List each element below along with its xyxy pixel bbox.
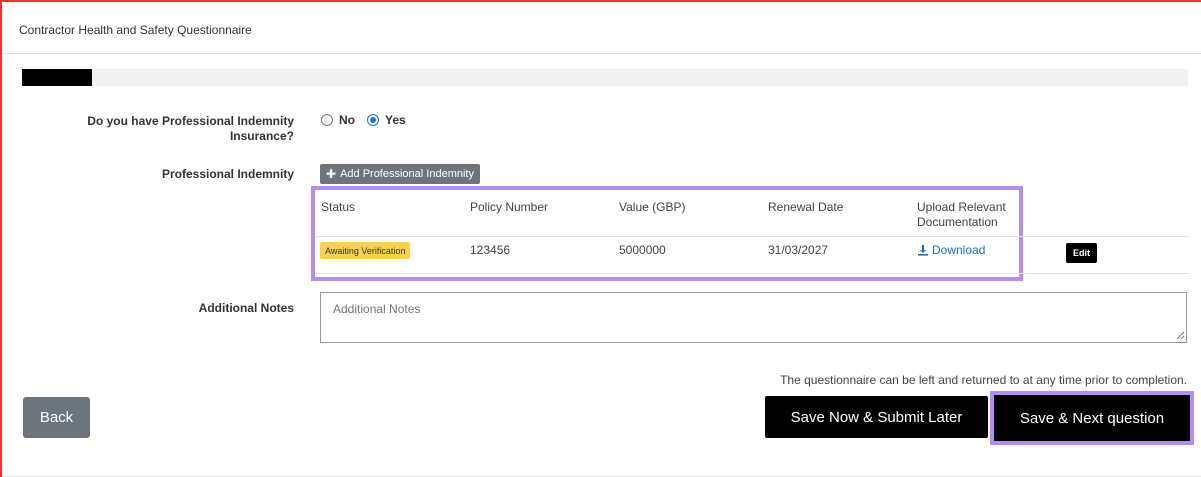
renewal-date-cell: 31/03/2027 — [768, 243, 829, 257]
table-bottom-divider — [316, 273, 1189, 274]
status-badge: Awaiting Verification — [320, 242, 411, 259]
progress-bar — [22, 69, 1188, 86]
download-link[interactable]: Download — [917, 243, 985, 257]
radio-yes-label: Yes — [385, 113, 406, 127]
value-cell: 5000000 — [619, 243, 666, 257]
radio-option-yes[interactable]: Yes — [367, 113, 406, 127]
question-label: Do you have Professional Indemnity Insur… — [87, 114, 294, 143]
save-now-submit-later-button[interactable]: Save Now & Submit Later — [765, 396, 988, 438]
plus-icon: ✚ — [326, 167, 337, 181]
additional-notes-field[interactable] — [320, 292, 1187, 343]
save-next-question-button[interactable]: Save & Next question — [994, 395, 1190, 441]
column-header-upload: Upload Relevant Documentation — [917, 200, 1006, 229]
progress-bar-fill — [22, 69, 92, 86]
policy-number-cell: 123456 — [470, 243, 511, 257]
column-header-policy-number: Policy Number — [470, 200, 549, 214]
resize-grip-icon[interactable] — [1176, 331, 1185, 340]
radio-option-no[interactable]: No — [321, 113, 355, 127]
column-header-status: Status — [321, 200, 356, 214]
save-hint-text: The questionnaire can be left and return… — [780, 373, 1187, 387]
indemnity-label: Professional Indemnity — [161, 167, 294, 181]
download-icon — [918, 245, 928, 256]
page-title: Contractor Health and Safety Questionnai… — [19, 23, 252, 37]
add-indemnity-button[interactable]: ✚ Add Professional Indemnity — [320, 164, 480, 184]
radio-no-label: No — [339, 113, 355, 127]
add-indemnity-label: Add Professional Indemnity — [340, 168, 474, 180]
column-header-value: Value (GBP) — [619, 200, 686, 214]
edit-button[interactable]: Edit — [1066, 243, 1097, 263]
radio-no[interactable] — [321, 114, 333, 126]
column-header-renewal-date: Renewal Date — [768, 200, 844, 214]
radio-yes[interactable] — [367, 114, 379, 126]
panel-header: Contractor Health and Safety Questionnai… — [2, 2, 1201, 54]
indemnity-radio-group: No Yes — [321, 113, 412, 127]
back-button[interactable]: Back — [23, 397, 90, 438]
notes-label: Additional Notes — [198, 301, 294, 315]
table-divider — [316, 236, 1189, 237]
download-label: Download — [932, 243, 986, 257]
